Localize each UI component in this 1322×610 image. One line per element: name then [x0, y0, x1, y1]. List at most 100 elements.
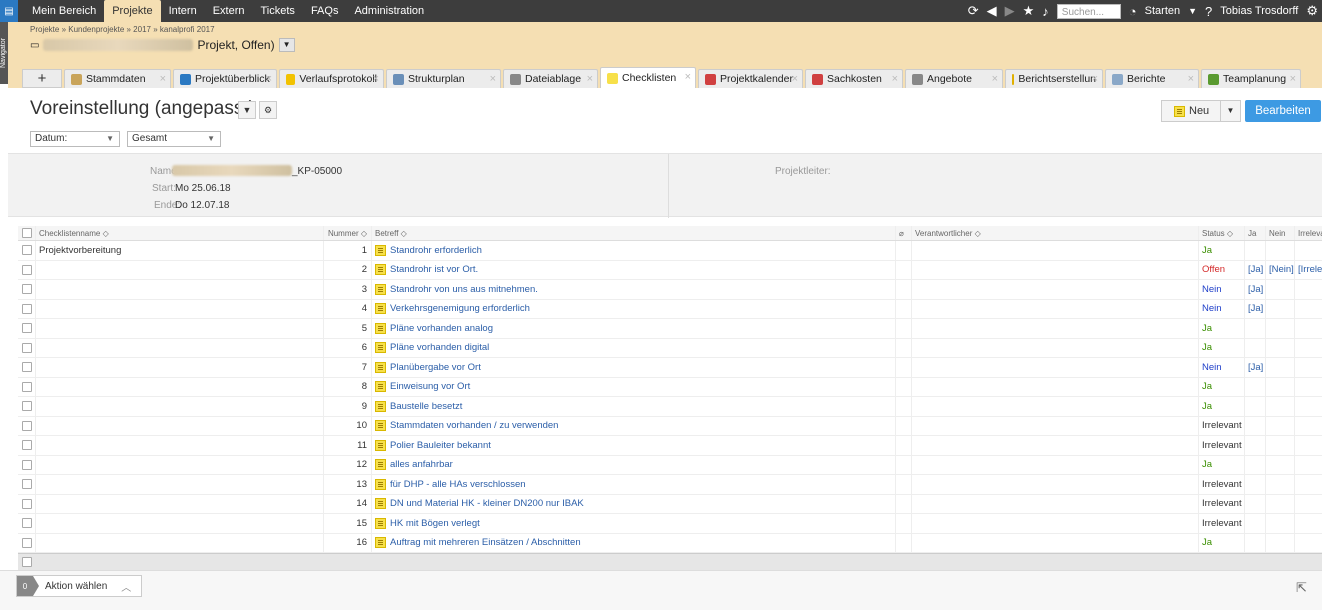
help-icon[interactable]: ?: [1205, 4, 1212, 19]
project-dropdown-button[interactable]: ▼: [278, 38, 295, 52]
betreff-link[interactable]: HK mit Bögen verlegt: [390, 518, 480, 529]
breadcrumb[interactable]: Projekte » Kundenprojekte » 2017 » kanal…: [30, 25, 215, 34]
tab-projektueberblick[interactable]: Projektüberblick ×: [173, 69, 277, 88]
betreff-cell[interactable]: Polier Bauleiter bekannt: [372, 436, 896, 455]
set-ja-button[interactable]: [Ja]: [1248, 303, 1263, 314]
view-dropdown-button[interactable]: ▼: [238, 101, 256, 119]
app-logo-icon[interactable]: ▤: [0, 0, 18, 22]
menu-administration[interactable]: Administration: [346, 0, 432, 22]
set-irrelevant-button[interactable]: [Irrelevant]: [1298, 264, 1322, 275]
row-checkbox[interactable]: [18, 280, 36, 299]
table-row[interactable]: 6 Pläne vorhanden digital Ja: [18, 338, 1322, 358]
row-checkbox[interactable]: [18, 377, 36, 396]
row-checkbox[interactable]: [18, 455, 36, 474]
betreff-cell[interactable]: Standrohr erforderlich: [372, 241, 896, 260]
tab-stammdaten[interactable]: Stammdaten ×: [64, 69, 171, 88]
row-checkbox[interactable]: [18, 358, 36, 377]
row-checkbox[interactable]: [18, 514, 36, 533]
row-checkbox[interactable]: [18, 533, 36, 552]
close-icon[interactable]: ×: [160, 73, 166, 85]
chevron-down-icon[interactable]: ▼: [1220, 101, 1240, 121]
refresh-icon[interactable]: ⟳: [968, 3, 979, 19]
betreff-link[interactable]: Standrohr erforderlich: [390, 245, 482, 256]
navigator-tab[interactable]: Navigator: [0, 22, 8, 84]
betreff-link[interactable]: Polier Bauleiter bekannt: [390, 440, 491, 451]
add-tab-button[interactable]: +: [22, 69, 62, 88]
betreff-link[interactable]: Standrohr ist vor Ort.: [390, 264, 478, 275]
tab-berichtserstellung[interactable]: Berichtserstellun ×: [1005, 69, 1103, 88]
table-row[interactable]: 4 Verkehrsgenemigung erforderlich Nein [Ja]: [18, 299, 1322, 319]
action-select[interactable]: 0 Aktion wählen ︿: [16, 575, 142, 597]
gear-icon[interactable]: ⚙: [1306, 3, 1318, 19]
betreff-link[interactable]: Standrohr von uns aus mitnehmen.: [390, 284, 538, 295]
close-icon[interactable]: ×: [1188, 73, 1194, 85]
close-icon[interactable]: ×: [685, 71, 691, 83]
close-icon[interactable]: ×: [892, 73, 898, 85]
betreff-cell[interactable]: Pläne vorhanden digital: [372, 338, 896, 357]
betreff-link[interactable]: Auftrag mit mehreren Einsätzen / Abschni…: [390, 537, 581, 548]
table-row[interactable]: 3 Standrohr von uns aus mitnehmen. Nein [Ja…: [18, 280, 1322, 300]
back-icon[interactable]: ◀: [987, 3, 997, 19]
betreff-cell[interactable]: DN und Material HK - kleiner DN200 nur I…: [372, 494, 896, 513]
menu-mein-bereich[interactable]: Mein Bereich: [24, 0, 104, 22]
row-checkbox[interactable]: [18, 299, 36, 318]
bell-icon[interactable]: ♪: [1042, 4, 1049, 19]
menu-extern[interactable]: Extern: [205, 0, 253, 22]
col-betreff[interactable]: Betreff ◇: [372, 226, 896, 240]
betreff-link[interactable]: DN und Material HK - kleiner DN200 nur I…: [390, 498, 584, 509]
tab-strukturplan[interactable]: Strukturplan ×: [386, 69, 501, 88]
scope-filter-select[interactable]: Gesamt ▼: [127, 131, 221, 147]
close-icon[interactable]: ×: [266, 73, 272, 85]
edit-button[interactable]: Bearbeiten: [1245, 100, 1321, 122]
table-row[interactable]: 7 Planübergabe vor Ort Nein [Ja]: [18, 358, 1322, 378]
set-ja-button[interactable]: [Ja]: [1248, 362, 1263, 373]
betreff-cell[interactable]: Auftrag mit mehreren Einsätzen / Abschni…: [372, 533, 896, 552]
col-checklistenname[interactable]: Checklistenname ◇: [36, 226, 324, 240]
set-ja-button[interactable]: [Ja]: [1248, 264, 1263, 275]
set-nein-button[interactable]: [Nein]: [1269, 264, 1294, 275]
betreff-link[interactable]: Baustelle besetzt: [390, 401, 462, 412]
tab-angebote[interactable]: Angebote ×: [905, 69, 1003, 88]
tab-dateiablage[interactable]: Dateiablage ×: [503, 69, 598, 88]
betreff-link[interactable]: Planübergabe vor Ort: [390, 362, 481, 373]
betreff-link[interactable]: Verkehrsgenemigung erforderlich: [390, 303, 530, 314]
betreff-cell[interactable]: Planübergabe vor Ort: [372, 358, 896, 377]
col-status[interactable]: Status ◇: [1199, 226, 1245, 240]
table-row[interactable]: 11 Polier Bauleiter bekannt Irrelevant: [18, 436, 1322, 456]
select-all-checkbox[interactable]: [18, 226, 36, 240]
row-checkbox[interactable]: [18, 338, 36, 357]
betreff-cell[interactable]: Standrohr ist vor Ort.: [372, 260, 896, 279]
table-row[interactable]: 12 alles anfahrbar Ja: [18, 455, 1322, 475]
chevron-down-icon[interactable]: ▼: [1188, 6, 1197, 16]
betreff-cell[interactable]: Verkehrsgenemigung erforderlich: [372, 299, 896, 318]
tab-berichte[interactable]: Berichte ×: [1105, 69, 1199, 88]
row-checkbox[interactable]: [18, 436, 36, 455]
tab-checklisten[interactable]: Checklisten ×: [600, 67, 696, 88]
col-nummer[interactable]: Nummer ◇: [324, 226, 372, 240]
table-row[interactable]: 2 Standrohr ist vor Ort. Offen [Ja] [Nein] [I…: [18, 260, 1322, 280]
row-checkbox[interactable]: [18, 260, 36, 279]
set-ja-button[interactable]: [Ja]: [1248, 284, 1263, 295]
betreff-link[interactable]: alles anfahrbar: [390, 459, 453, 470]
row-checkbox[interactable]: [18, 241, 36, 260]
betreff-cell[interactable]: für DHP - alle HAs verschlossen: [372, 475, 896, 494]
forward-icon[interactable]: ▶: [1005, 3, 1015, 19]
close-icon[interactable]: ×: [992, 73, 998, 85]
table-row[interactable]: 14 DN und Material HK - kleiner DN200 nur…: [18, 494, 1322, 514]
close-icon[interactable]: ×: [490, 73, 496, 85]
close-icon[interactable]: ×: [1092, 73, 1098, 85]
user-name[interactable]: Tobias Trosdorff: [1220, 5, 1298, 17]
menu-tickets[interactable]: Tickets: [253, 0, 303, 22]
row-checkbox[interactable]: [18, 397, 36, 416]
betreff-link[interactable]: Stammdaten vorhanden / zu verwenden: [390, 420, 558, 431]
export-icon[interactable]: ⇱: [1296, 580, 1307, 596]
menu-faqs[interactable]: FAQs: [303, 0, 347, 22]
table-row[interactable]: 16 Auftrag mit mehreren Einsätzen / Absch…: [18, 533, 1322, 553]
betreff-link[interactable]: Pläne vorhanden digital: [390, 342, 489, 353]
tab-sachkosten[interactable]: Sachkosten ×: [805, 69, 903, 88]
betreff-link[interactable]: für DHP - alle HAs verschlossen: [390, 479, 526, 490]
table-row[interactable]: 9 Baustelle besetzt Ja: [18, 397, 1322, 417]
table-row[interactable]: 5 Pläne vorhanden analog Ja: [18, 319, 1322, 339]
betreff-cell[interactable]: alles anfahrbar: [372, 455, 896, 474]
row-checkbox[interactable]: [18, 319, 36, 338]
